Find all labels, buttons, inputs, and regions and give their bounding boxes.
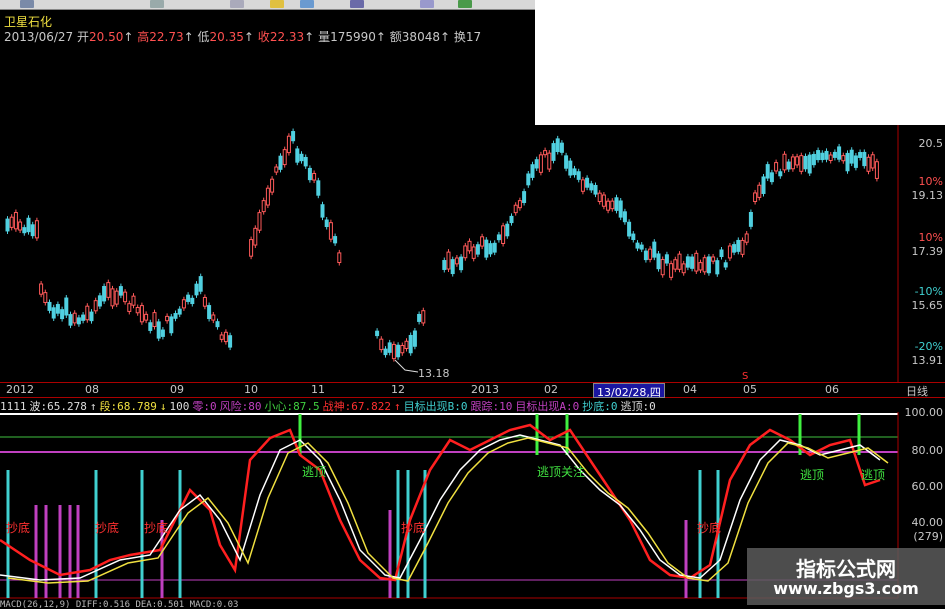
top-signal-label: 逃顶 [861,468,886,482]
watermark-title: 指标公式网 [796,557,896,581]
bottom-signal-label: 抄底 [95,521,120,535]
indicator-axis-label: 60.00 [911,480,944,493]
indicator-axis-label: 40.00 [911,516,944,529]
bottom-signal-label: 抄底 [401,521,426,535]
top-watch-label: 逃顶关注 [537,465,586,479]
macd-readout: MACD(26,12,9) DIFF:0.516 DEA:0.501 MACD:… [0,600,239,609]
top-signal-label: 逃顶 [302,465,327,479]
indicator-axis-label: 80.00 [911,444,944,457]
watermark: 指标公式网 www.zbgs3.com [747,548,945,605]
bottom-signal-label: 抄底 [144,521,169,535]
bottom-signal-label: 抄底 [697,521,722,535]
top-signal-label: 逃顶 [800,468,825,482]
indicator-chart[interactable] [0,0,945,609]
watermark-url: www.zbgs3.com [773,579,919,598]
indicator-axis-label: 100.00 [904,406,944,419]
bottom-signal-label: 抄底 [6,521,31,535]
indicator-count: (279) [913,530,943,543]
